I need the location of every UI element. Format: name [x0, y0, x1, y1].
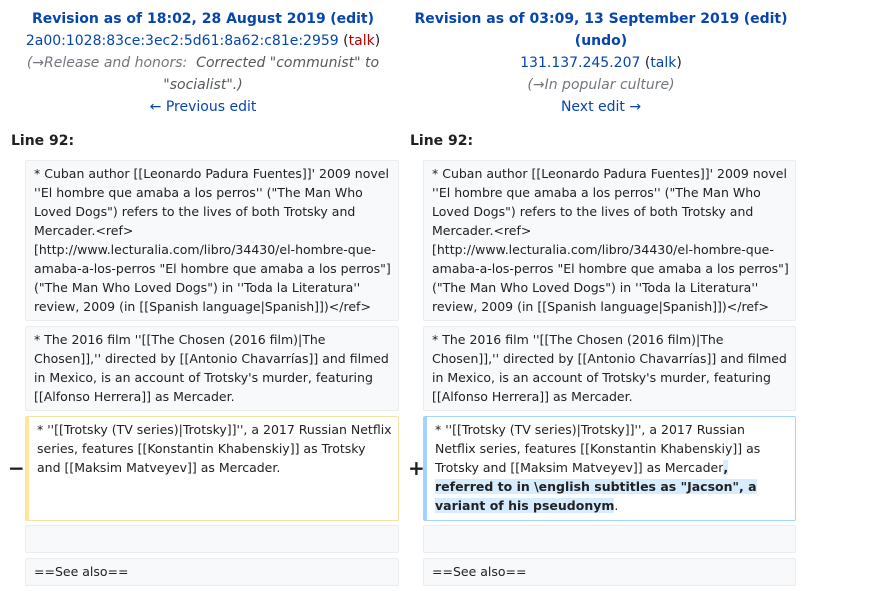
right-revision-link[interactable]: Revision as of 03:09, 13 September 2019 — [414, 11, 739, 27]
right-revision-header: Revision as of 03:09, 13 September 2019 … — [408, 8, 794, 118]
left-context-line-2: * The 2016 film ''[[The Chosen (2016 fil… — [25, 326, 399, 411]
right-context-line-1: * Cuban author [[Leonardo Padura Fuentes… — [423, 160, 796, 321]
deleted-line: * ''[[Trotsky (TV series)|Trotsky]]'', a… — [25, 416, 399, 521]
left-user-link[interactable]: 2a00:1028:83ce:3ec2:5d61:8a62:c81e:2959 — [26, 33, 339, 49]
added-line: * ''[[Trotsky (TV series)|Trotsky]]'', a… — [423, 416, 796, 521]
left-see-also-line: ==See also== — [25, 558, 399, 586]
left-line-number: Line 92: — [11, 133, 75, 149]
right-undo-line: (undo) — [574, 33, 628, 49]
left-context-line-1: * Cuban author [[Leonardo Padura Fuentes… — [25, 160, 399, 321]
left-talk-link[interactable]: talk — [349, 33, 375, 49]
right-user-link[interactable]: 131.137.245.207 — [520, 55, 640, 71]
right-summary-section[interactable]: (→In popular culture) — [527, 77, 674, 93]
undo-link[interactable]: undo — [581, 33, 621, 49]
left-revision-link[interactable]: Revision as of 18:02, 28 August 2019 — [32, 11, 326, 27]
added-line-tail: . — [614, 498, 619, 513]
right-user-line: 131.137.245.207 (talk) — [520, 55, 682, 71]
right-revision-title: Revision as of 03:09, 13 September 2019 … — [414, 11, 788, 27]
left-summary-section[interactable]: (→Release and honors: — [27, 55, 187, 71]
right-edit-summary: (→In popular culture) — [408, 74, 794, 96]
left-summary-text: Corrected "communist" to "socialist".) — [163, 55, 380, 93]
left-edit-summary: (→Release and honors: Corrected "communi… — [10, 52, 396, 96]
right-see-also-line: ==See also== — [423, 558, 796, 586]
next-edit-link[interactable]: Next edit → — [561, 99, 641, 115]
left-revision-title: Revision as of 18:02, 28 August 2019 (ed… — [31, 11, 375, 27]
right-talk-link[interactable]: talk — [650, 55, 676, 71]
deleted-line-marker: − — [8, 456, 25, 480]
added-line-unchanged-text: * ''[[Trotsky (TV series)|Trotsky]]'', a… — [435, 422, 761, 475]
previous-edit-link[interactable]: ← Previous edit — [150, 99, 257, 115]
right-line-number: Line 92: — [410, 133, 474, 149]
right-empty-context-line — [423, 525, 796, 553]
right-context-line-2: * The 2016 film ''[[The Chosen (2016 fil… — [423, 326, 796, 411]
left-empty-context-line — [25, 525, 399, 553]
left-revision-header: Revision as of 18:02, 28 August 2019 (ed… — [10, 8, 396, 118]
left-user-line: 2a00:1028:83ce:3ec2:5d61:8a62:c81e:2959 … — [25, 33, 381, 49]
left-edit-link[interactable]: edit — [337, 11, 368, 27]
right-edit-link[interactable]: edit — [750, 11, 781, 27]
